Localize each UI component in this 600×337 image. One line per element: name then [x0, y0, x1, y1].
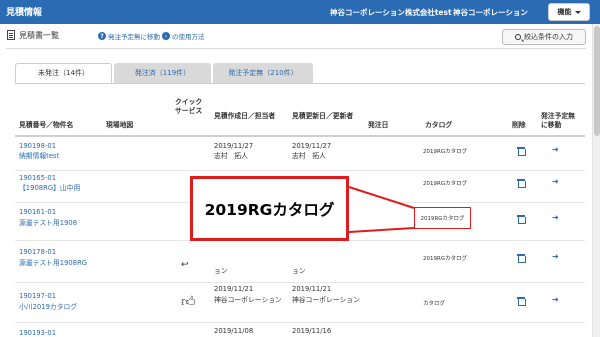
row-updated-date: 2019/11/16 [292, 327, 332, 335]
document-icon [7, 30, 15, 40]
trash-icon[interactable] [517, 215, 526, 224]
move-arrow-icon[interactable]: ➜ [552, 177, 559, 186]
question-icon: ? [98, 32, 106, 40]
caret-down-icon [574, 10, 581, 14]
header-ordered: 発注日 [368, 121, 389, 129]
top-navbar: 見積情報 神谷コーポレーション株式会社test 神谷コーポレーション 機能 [0, 0, 600, 24]
move-arrow-icon[interactable]: ➜ [552, 213, 559, 222]
row-catalog: 2019RGカタログ [423, 149, 468, 155]
search-icon [515, 34, 521, 40]
row-number[interactable]: 190198-01 [19, 142, 56, 151]
header-number: 見積番号／物件名 [19, 121, 74, 129]
row-updated-date: 2019/11/21 [292, 285, 332, 293]
help-link-text1: 発注予定無に移動 [108, 33, 160, 41]
tab-no-order-planned[interactable]: 発注予定無（210件） [213, 63, 313, 83]
table-row[interactable]: 190197-01 小川2019カタログ 👍︎ 2019/11/21 神谷コーポ… [15, 283, 585, 323]
company-name: 神谷コーポレーション株式会社test [330, 8, 452, 17]
header-catalog: カタログ [425, 121, 453, 129]
row-number[interactable]: 190165-01 [19, 174, 56, 183]
function-menu-button[interactable]: 機能 [548, 3, 590, 21]
row-name[interactable]: 源邊テスト用1908 [19, 219, 77, 228]
thumbs-up-icon[interactable]: 👍︎ [181, 293, 196, 310]
row-number[interactable]: 190161-01 [19, 208, 56, 217]
row-created-date: 2019/11/08 [214, 327, 254, 335]
tab-unordered[interactable]: 未発注（14件） [15, 63, 112, 83]
row-catalog: カタログ [423, 301, 446, 307]
row-created-by: 神谷コーポレーション [214, 296, 282, 304]
trash-icon[interactable] [517, 179, 526, 188]
quick-service-icon[interactable]: ↩ [181, 261, 189, 270]
help-link[interactable]: ? 発注予定無に移動 › の使用方法 [98, 31, 205, 41]
trash-icon[interactable] [517, 297, 526, 306]
row-number[interactable]: 190193-01 [19, 329, 56, 337]
row-updated-by: ョン [292, 267, 306, 275]
row-catalog: 2019RGカタログ [423, 256, 468, 262]
row-created-date: 2019/11/21 [214, 285, 254, 293]
row-updated-by: 志村 拓人 [292, 152, 326, 160]
row-name[interactable]: 納期情報test [19, 152, 59, 161]
table-header: 見積番号／物件名 現場地図 クイックサービス 見積作成日／担当者 見積更新日／更… [15, 95, 585, 137]
vertical-scrollbar[interactable] [592, 24, 600, 337]
arrow-right-icon: › [162, 32, 170, 40]
divider [6, 48, 586, 49]
move-arrow-icon[interactable]: ➜ [552, 252, 559, 261]
filter-button-label: 絞込条件の入力 [524, 33, 573, 41]
header-move: 発注予定無に移動 [541, 112, 575, 129]
user-name: 神谷コーポレーション [453, 8, 528, 17]
move-arrow-icon[interactable]: ➜ [552, 145, 559, 154]
trash-icon[interactable] [517, 147, 526, 156]
filter-button[interactable]: 絞込条件の入力 [502, 29, 586, 45]
tab-underline [15, 83, 585, 84]
header-map: 現場地図 [106, 121, 134, 129]
function-menu-label: 機能 [557, 8, 572, 16]
header-quick: クイックサービス [175, 98, 203, 115]
page-title: 見積書一覧 [19, 31, 59, 40]
row-name[interactable]: 【1908RG】山中用 [19, 184, 80, 193]
toolbar: 見積書一覧 ? 発注予定無に移動 › の使用方法 絞込条件の入力 [0, 24, 592, 46]
row-name[interactable]: 源邊テスト用1908RG [19, 259, 87, 268]
trash-icon[interactable] [517, 254, 526, 263]
move-arrow-icon[interactable]: ➜ [552, 295, 559, 304]
table-row[interactable]: 190198-01 納期情報test 2019/11/27 志村 拓人 2019… [15, 139, 585, 171]
row-catalog: 2019RGカタログ [423, 181, 468, 187]
callout-label: 2019RGカタログ [204, 200, 335, 219]
row-number[interactable]: 190178-01 [19, 248, 56, 257]
callout-box: 2019RGカタログ [190, 176, 349, 241]
app-brand[interactable]: 見積情報 [6, 5, 42, 18]
callout-target: 2019RGカタログ [414, 207, 471, 229]
scrollbar-thumb[interactable] [594, 26, 600, 136]
row-number[interactable]: 190197-01 [19, 292, 56, 301]
header-created: 見積作成日／担当者 [214, 112, 276, 120]
row-name[interactable]: 小川2019カタログ [19, 303, 77, 312]
row-updated-by: 神谷コーポレーション [292, 296, 360, 304]
tab-ordered[interactable]: 発注済（119件） [114, 63, 211, 83]
table-row[interactable]: 190178-01 源邊テスト用1908RG ↩ ョン ョン 2019RGカタロ… [15, 241, 585, 283]
header-updated: 見積更新日／更新者 [292, 112, 354, 120]
help-link-text2: の使用方法 [172, 33, 205, 41]
row-created-by: ョン [214, 267, 228, 275]
row-created-by: 志村 拓人 [214, 152, 248, 160]
row-created-date: 2019/11/27 [214, 142, 254, 150]
callout-target-text: 2019RGカタログ [420, 216, 465, 222]
header-delete: 削除 [512, 121, 526, 129]
row-updated-date: 2019/11/27 [292, 142, 332, 150]
table-row[interactable]: 190193-01 2019/11/08 2019/11/16 [15, 323, 585, 337]
